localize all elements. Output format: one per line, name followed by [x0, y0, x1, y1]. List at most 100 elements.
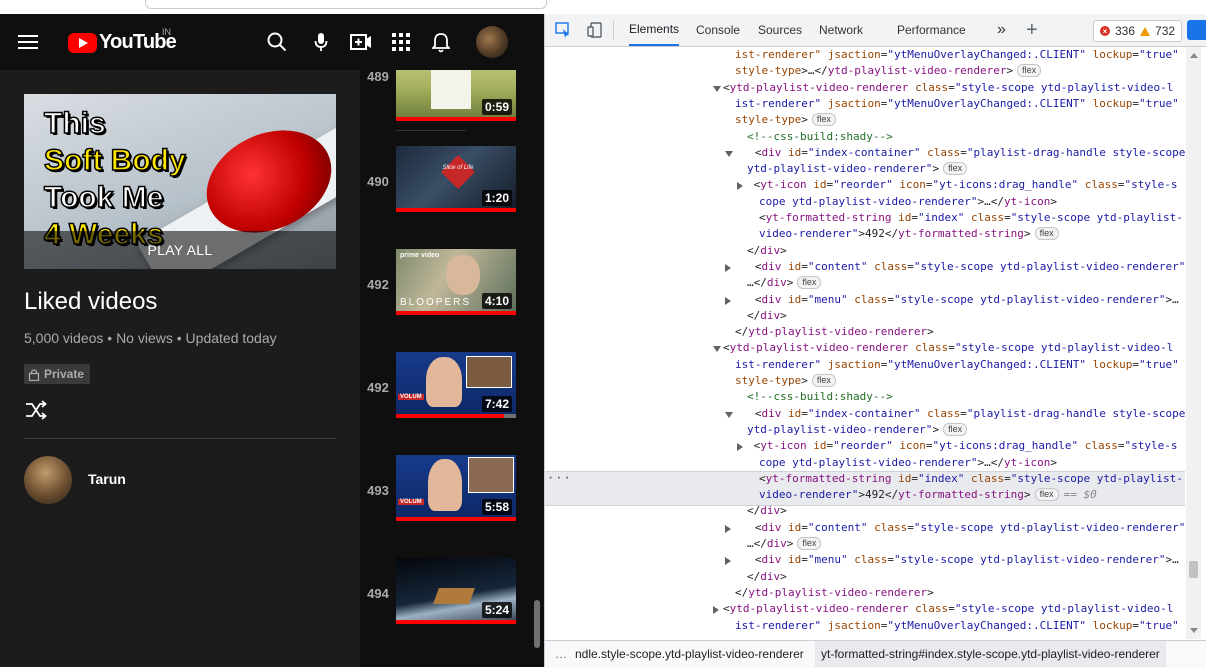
breadcrumb-item-current[interactable]: yt-formatted-string#index.style-scope.yt…	[815, 641, 1166, 667]
dom-tree-line[interactable]: ist-renderer" jsaction="ytMenuOverlayCha…	[545, 618, 1185, 634]
dom-tree-line[interactable]: <yt-icon id="reorder" icon="yt-icons:dra…	[545, 438, 1185, 454]
playlist-video-item[interactable]: 493 VOLUM 5:58	[360, 455, 530, 535]
dom-tree-line[interactable]: <div id="menu" class="style-scope ytd-pl…	[545, 552, 1185, 568]
playlist-video-item[interactable]: 489 0:59	[360, 70, 530, 135]
play-all-button[interactable]: PLAY ALL	[24, 231, 336, 269]
expanded-triangle-icon[interactable]	[713, 85, 721, 92]
scrollbar-thumb[interactable]	[1189, 561, 1198, 578]
dom-tree-line[interactable]: ist-renderer" jsaction="ytMenuOverlayCha…	[545, 96, 1185, 112]
collapsed-triangle-icon[interactable]	[713, 606, 719, 615]
collapsed-triangle-icon[interactable]	[737, 443, 743, 452]
youtube-logo[interactable]: YouTube IN	[68, 27, 177, 54]
dom-tree-line[interactable]: <ytd-playlist-video-renderer class="styl…	[545, 601, 1185, 617]
dom-tree-line[interactable]: </div>	[545, 243, 1185, 259]
dom-tree-scrollbar[interactable]	[1186, 47, 1201, 639]
dom-tree-line[interactable]: …</div> flex	[545, 536, 1185, 552]
privacy-badge[interactable]: Private	[24, 364, 91, 384]
dom-tree-line[interactable]: <yt-formatted-string id="index" class="s…	[545, 471, 1185, 487]
dom-tree-line[interactable]: ist-renderer" jsaction="ytMenuOverlayCha…	[545, 47, 1185, 63]
tab-console[interactable]: Console	[696, 14, 740, 46]
expanded-triangle-icon[interactable]	[725, 150, 733, 157]
playlist-video-item[interactable]: 494 5:24	[360, 558, 530, 638]
scrollbar-track[interactable]	[530, 70, 544, 667]
scroll-up-arrow-icon[interactable]	[1190, 53, 1198, 58]
dom-tree-line[interactable]: </div>	[545, 569, 1185, 585]
collapsed-triangle-icon[interactable]	[725, 524, 731, 533]
dom-tree-line[interactable]: <ytd-playlist-video-renderer class="styl…	[545, 340, 1185, 356]
dom-tree-line[interactable]: <!--css-build:shady-->	[545, 389, 1185, 405]
dom-tree-line[interactable]: <!--css-build:shady-->	[545, 129, 1185, 145]
video-thumbnail[interactable]: VOLUM 7:42	[396, 352, 516, 418]
dom-tree-line[interactable]: <div id="menu" class="style-scope ytd-pl…	[545, 292, 1185, 308]
tab-elements[interactable]: Elements	[629, 14, 680, 46]
issues-counter[interactable]: × 336 732	[1093, 20, 1183, 42]
apps-grid-icon[interactable]	[389, 30, 413, 54]
menu-icon[interactable]	[16, 30, 40, 54]
dom-tree-line[interactable]: </div>	[545, 308, 1185, 324]
dom-line-text: <yt-formatted-string id="index" class="s…	[759, 211, 1183, 224]
dom-tree-line[interactable]: ytd-playlist-video-renderer"> flex	[545, 422, 1185, 438]
playlist-thumbnail[interactable]: This Soft Body Took Me 4 Weeks PLAY ALL	[24, 94, 336, 269]
owner-name[interactable]: Tarun	[88, 471, 126, 487]
tab-network[interactable]: Network	[819, 14, 863, 46]
dom-tree-line[interactable]: ytd-playlist-video-renderer"> flex	[545, 161, 1185, 177]
dom-tree-line[interactable]: style-type> flex	[545, 373, 1185, 389]
breadcrumb-ellipsis[interactable]: …	[555, 641, 567, 667]
expanded-triangle-icon[interactable]	[713, 346, 721, 353]
dom-line-text: <div id="index-container" class="playlis…	[735, 406, 1185, 420]
dom-tree-line[interactable]: cope ytd-playlist-video-renderer">…</yt-…	[545, 194, 1185, 210]
dom-tree-line[interactable]: ist-renderer" jsaction="ytMenuOverlayCha…	[545, 357, 1185, 373]
address-bar[interactable]	[145, 0, 547, 9]
playlist-video-item[interactable]: 490 Slice of Life 1:20	[360, 146, 530, 226]
tab-sources[interactable]: Sources	[758, 14, 802, 46]
video-thumbnail[interactable]: 5:24	[396, 558, 516, 624]
video-thumbnail[interactable]: prime video BLOOPERS 4:10	[396, 249, 516, 315]
dom-tree-line[interactable]: <div id="index-container" class="playlis…	[545, 145, 1185, 161]
video-thumbnail[interactable]: 0:59	[396, 70, 516, 121]
breadcrumb-item[interactable]: ndle.style-scope.ytd-playlist-video-rend…	[575, 641, 804, 667]
collapsed-triangle-icon[interactable]	[737, 182, 743, 191]
dom-tree-line[interactable]: </div>	[545, 503, 1185, 519]
dom-tree-line[interactable]: <ytd-playlist-video-renderer class="styl…	[545, 80, 1185, 96]
device-toolbar-icon[interactable]	[587, 22, 603, 38]
owner-avatar[interactable]	[24, 456, 72, 504]
video-thumbnail[interactable]: VOLUM 5:58	[396, 455, 516, 521]
notifications-bell-icon[interactable]	[429, 30, 453, 54]
microphone-icon[interactable]	[309, 30, 333, 54]
dom-tree-line[interactable]: <div id="content" class="style-scope ytd…	[545, 259, 1185, 275]
collapsed-triangle-icon[interactable]	[725, 263, 731, 272]
collapsed-triangle-icon[interactable]	[725, 557, 731, 566]
tab-performance[interactable]: Performance	[897, 14, 966, 46]
create-video-icon[interactable]	[349, 30, 373, 54]
scroll-down-arrow-icon[interactable]	[1190, 628, 1198, 633]
dom-tree-line[interactable]: style-type> flex	[545, 112, 1185, 128]
divider	[396, 130, 466, 131]
collapsed-triangle-icon[interactable]	[725, 296, 731, 305]
dom-tree-line[interactable]: video-renderer">492</yt-formatted-string…	[545, 226, 1185, 242]
info-messages-icon[interactable]	[1187, 20, 1206, 40]
shuffle-icon[interactable]	[24, 398, 48, 422]
inspect-element-icon[interactable]	[555, 22, 571, 38]
dom-tree-line[interactable]: </ytd-playlist-video-renderer>	[545, 585, 1185, 601]
watch-progress-fill	[396, 620, 516, 624]
scrollbar-thumb[interactable]	[534, 600, 540, 648]
dom-tree-line[interactable]: style-type>…</ytd-playlist-video-rendere…	[545, 63, 1185, 79]
search-icon[interactable]	[265, 30, 289, 54]
dom-tree-line[interactable]: …</div> flex	[545, 275, 1185, 291]
add-panel-plus-icon[interactable]: +	[1026, 14, 1038, 46]
elements-dom-tree[interactable]: ··· ist-renderer" jsaction="ytMenuOverla…	[545, 47, 1185, 639]
account-avatar[interactable]	[476, 26, 508, 58]
expanded-triangle-icon[interactable]	[725, 411, 733, 418]
more-tabs-chevron-icon[interactable]: »	[997, 14, 1006, 46]
playlist-video-item[interactable]: 492 prime video BLOOPERS 4:10	[360, 249, 530, 329]
dom-tree-line[interactable]: </ytd-playlist-video-renderer>	[545, 324, 1185, 340]
dom-tree-line[interactable]: <yt-formatted-string id="index" class="s…	[545, 210, 1185, 226]
playlist-video-item[interactable]: 492 VOLUM 7:42	[360, 352, 530, 432]
dom-tree-line[interactable]: video-renderer">492</yt-formatted-string…	[545, 487, 1185, 503]
playlist-meta: 5,000 videos • No views • Updated today	[24, 330, 277, 346]
dom-tree-line[interactable]: <div id="content" class="style-scope ytd…	[545, 520, 1185, 536]
dom-tree-line[interactable]: <div id="index-container" class="playlis…	[545, 406, 1185, 422]
dom-tree-line[interactable]: <yt-icon id="reorder" icon="yt-icons:dra…	[545, 177, 1185, 193]
dom-tree-line[interactable]: cope ytd-playlist-video-renderer">…</yt-…	[545, 455, 1185, 471]
video-thumbnail[interactable]: Slice of Life 1:20	[396, 146, 516, 212]
